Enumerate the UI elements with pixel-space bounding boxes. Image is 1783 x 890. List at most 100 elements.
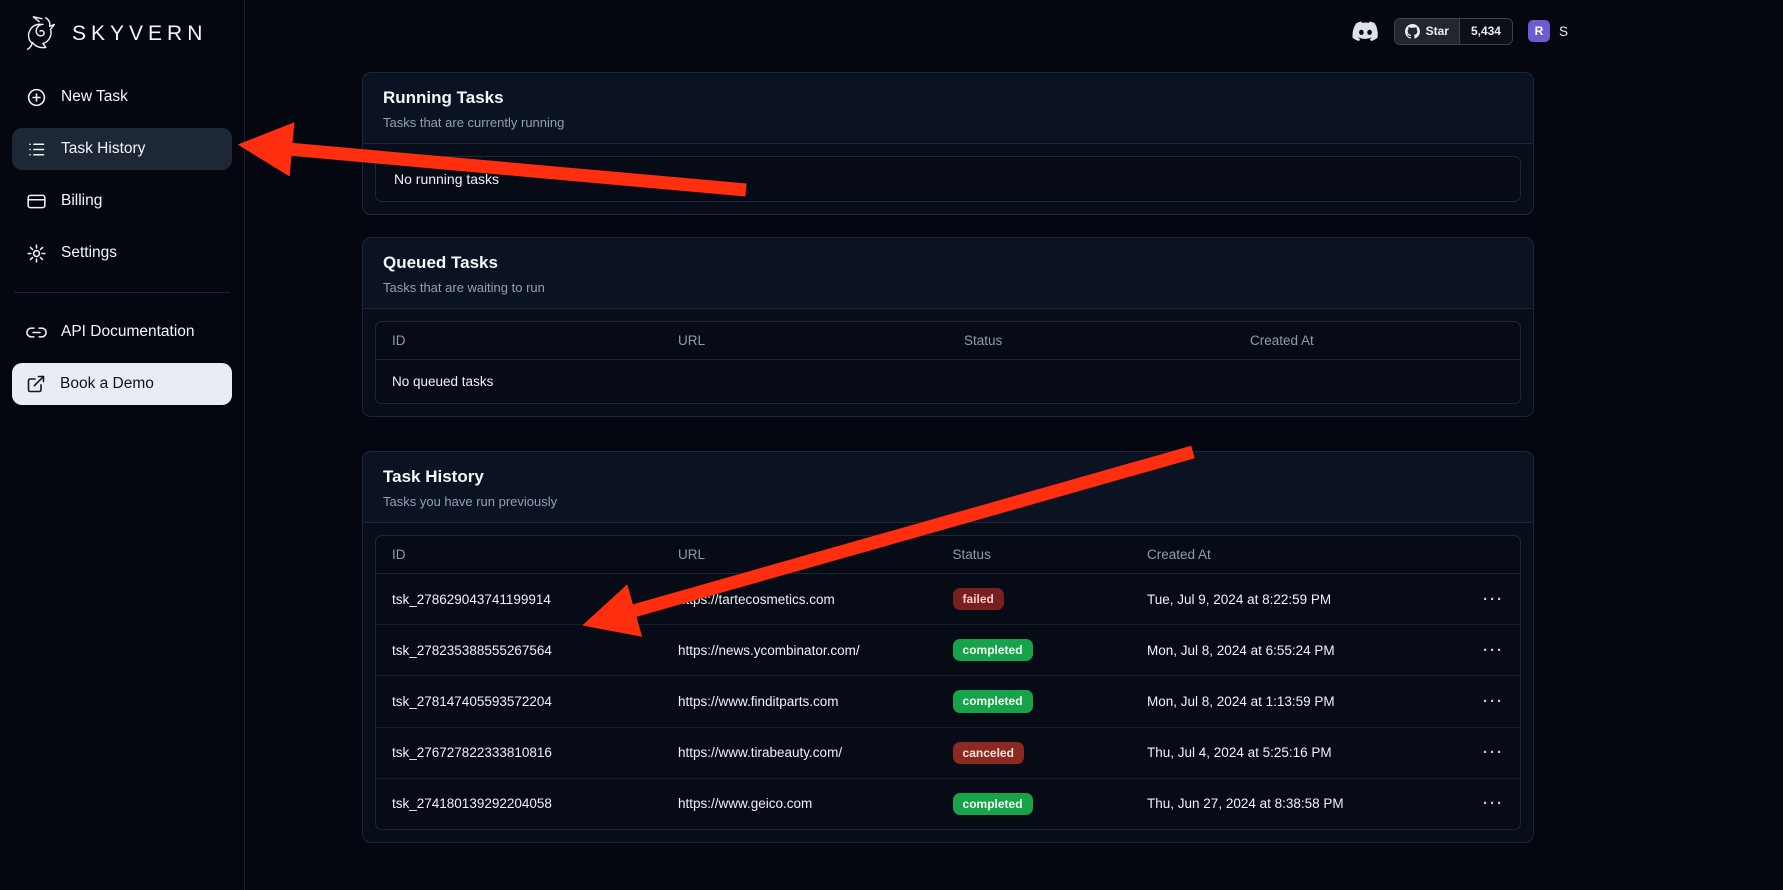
- queued-tasks-body: ID URL Status Created At No queued tasks: [363, 309, 1533, 416]
- task-created-at: Tue, Jul 9, 2024 at 8:22:59 PM: [1131, 574, 1463, 625]
- sidebar-item-api-documentation[interactable]: API Documentation: [12, 311, 232, 353]
- column-header-id: ID: [376, 322, 662, 360]
- sidebar-item-label: Settings: [61, 244, 117, 262]
- sidebar-item-settings[interactable]: Settings: [12, 232, 232, 274]
- status-badge: canceled: [953, 742, 1024, 764]
- task-status-cell: canceled: [937, 727, 1131, 778]
- running-tasks-table: No running tasks: [375, 156, 1521, 202]
- task-url: https://www.finditparts.com: [662, 676, 937, 727]
- sidebar-item-new-task[interactable]: New Task: [12, 76, 232, 118]
- task-row[interactable]: tsk_278629043741199914 https://tartecosm…: [376, 574, 1520, 625]
- sidebar-item-label: Book a Demo: [60, 375, 154, 393]
- more-menu-button[interactable]: ···: [1483, 744, 1504, 761]
- sidebar-item-label: Task History: [61, 140, 145, 158]
- column-header-status: Status: [948, 322, 1234, 360]
- task-history-body: ID URL Status Created At tsk_27862904374…: [363, 523, 1533, 842]
- task-created-at: Thu, Jul 4, 2024 at 5:25:16 PM: [1131, 727, 1463, 778]
- discord-icon[interactable]: [1352, 21, 1379, 42]
- task-actions-cell: ···: [1463, 625, 1520, 676]
- running-tasks-card: Running Tasks Tasks that are currently r…: [362, 72, 1534, 215]
- github-star-button[interactable]: Star 5,434: [1394, 18, 1513, 45]
- card-title: Task History: [383, 467, 1513, 487]
- card-title: Running Tasks: [383, 88, 1513, 108]
- more-menu-button[interactable]: ···: [1483, 642, 1504, 659]
- task-history-card: Task History Tasks you have run previous…: [362, 451, 1534, 843]
- table-header-row: ID URL Status Created At: [376, 322, 1520, 360]
- task-row[interactable]: tsk_276727822333810816 https://www.tirab…: [376, 727, 1520, 778]
- task-id: tsk_278147405593572204: [376, 676, 662, 727]
- task-status-cell: completed: [937, 778, 1131, 829]
- task-url: https://www.tirabeauty.com/: [662, 727, 937, 778]
- task-url: https://tartecosmetics.com: [662, 574, 937, 625]
- empty-state-message: No running tasks: [376, 157, 1520, 201]
- task-row[interactable]: tsk_278147405593572204 https://www.findi…: [376, 676, 1520, 727]
- task-id: tsk_276727822333810816: [376, 727, 662, 778]
- github-star-segment: Star: [1395, 19, 1459, 44]
- task-created-at: Thu, Jun 27, 2024 at 8:38:58 PM: [1131, 778, 1463, 829]
- more-menu-button[interactable]: ···: [1483, 795, 1504, 812]
- queued-tasks-card: Queued Tasks Tasks that are waiting to r…: [362, 237, 1534, 417]
- task-id: tsk_274180139292204058: [376, 778, 662, 829]
- sidebar-item-task-history[interactable]: Task History: [12, 128, 232, 170]
- task-row[interactable]: tsk_278235388555267564 https://news.ycom…: [376, 625, 1520, 676]
- book-a-demo-button[interactable]: Book a Demo: [12, 363, 232, 405]
- task-url: https://news.ycombinator.com/: [662, 625, 937, 676]
- plus-circle-icon: [26, 87, 47, 108]
- task-history-table: ID URL Status Created At tsk_27862904374…: [375, 535, 1521, 830]
- gear-icon: [26, 243, 47, 264]
- sidebar-item-billing[interactable]: Billing: [12, 180, 232, 222]
- sidebar-item-label: New Task: [61, 88, 128, 106]
- sidebar-item-label: Billing: [61, 192, 102, 210]
- status-badge: completed: [953, 793, 1033, 815]
- brand-name: SKYVERN: [72, 22, 207, 46]
- empty-row: No queued tasks: [376, 360, 1520, 404]
- skyvern-logo[interactable]: SKYVERN: [0, 0, 244, 62]
- task-status-cell: completed: [937, 676, 1131, 727]
- topbar-actions: Star 5,434 R S: [1352, 17, 1568, 45]
- card-title: Queued Tasks: [383, 253, 1513, 273]
- task-created-at: Mon, Jul 8, 2024 at 1:13:59 PM: [1131, 676, 1463, 727]
- link-icon: [26, 322, 47, 343]
- column-header-url: URL: [662, 536, 937, 574]
- external-link-icon: [26, 374, 46, 394]
- task-row[interactable]: tsk_274180139292204058 https://www.geico…: [376, 778, 1520, 829]
- status-badge: completed: [953, 690, 1033, 712]
- table-header-row: ID URL Status Created At: [376, 536, 1520, 574]
- sidebar-nav: New Task Task History Billing Settings: [0, 62, 244, 415]
- column-header-url: URL: [662, 322, 948, 360]
- running-tasks-body: No running tasks: [363, 144, 1533, 214]
- more-menu-button[interactable]: ···: [1483, 591, 1504, 608]
- sidebar: SKYVERN New Task Task History Billing: [0, 0, 245, 890]
- status-badge: failed: [953, 588, 1004, 610]
- more-menu-button[interactable]: ···: [1483, 693, 1504, 710]
- queued-tasks-header: Queued Tasks Tasks that are waiting to r…: [363, 238, 1533, 309]
- sidebar-item-label: API Documentation: [61, 323, 195, 341]
- sidebar-divider: [14, 292, 230, 293]
- running-tasks-header: Running Tasks Tasks that are currently r…: [363, 73, 1533, 144]
- queued-tasks-table: ID URL Status Created At No queued tasks: [375, 321, 1521, 404]
- card-subtitle: Tasks that are currently running: [383, 115, 1513, 130]
- task-actions-cell: ···: [1463, 778, 1520, 829]
- list-icon: [26, 139, 47, 160]
- task-id: tsk_278235388555267564: [376, 625, 662, 676]
- task-status-cell: failed: [937, 574, 1131, 625]
- github-icon: [1405, 24, 1420, 39]
- task-created-at: Mon, Jul 8, 2024 at 6:55:24 PM: [1131, 625, 1463, 676]
- credit-card-icon: [26, 191, 47, 212]
- user-label: S: [1559, 24, 1568, 39]
- main-content: Running Tasks Tasks that are currently r…: [362, 72, 1534, 843]
- github-star-count: 5,434: [1459, 19, 1512, 44]
- github-star-label: Star: [1426, 24, 1449, 38]
- avatar[interactable]: R: [1528, 20, 1550, 42]
- task-actions-cell: ···: [1463, 574, 1520, 625]
- task-status-cell: completed: [937, 625, 1131, 676]
- card-subtitle: Tasks that are waiting to run: [383, 280, 1513, 295]
- column-header-actions: [1463, 536, 1520, 574]
- task-history-header: Task History Tasks you have run previous…: [363, 452, 1533, 523]
- column-header-id: ID: [376, 536, 662, 574]
- skyvern-dragon-icon: [20, 13, 62, 55]
- column-header-created-at: Created At: [1234, 322, 1520, 360]
- task-id: tsk_278629043741199914: [376, 574, 662, 625]
- task-actions-cell: ···: [1463, 727, 1520, 778]
- task-actions-cell: ···: [1463, 676, 1520, 727]
